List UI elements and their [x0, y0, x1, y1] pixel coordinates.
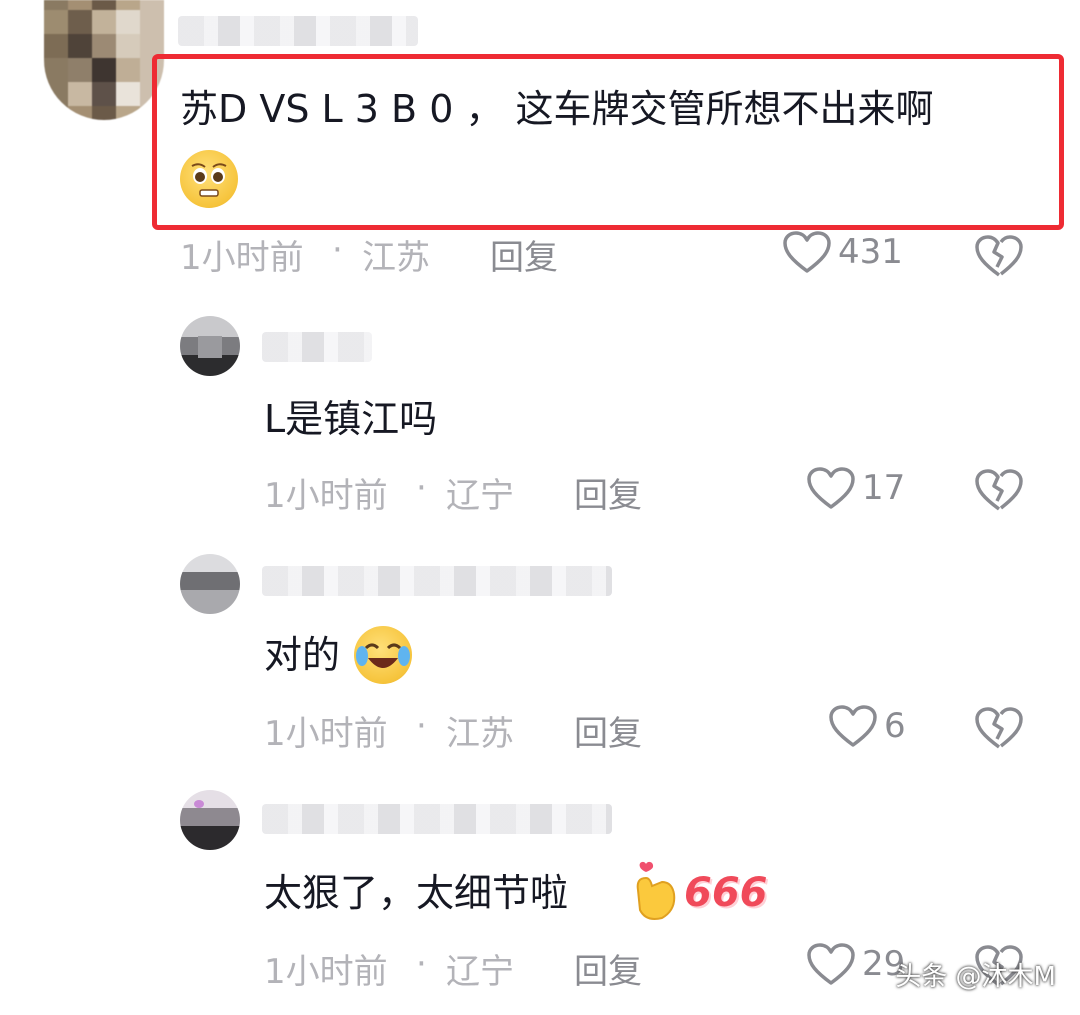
laughing-crying-emoji	[354, 626, 412, 684]
reply-2-location: 江苏	[446, 714, 514, 754]
broken-heart-icon	[975, 707, 1023, 749]
broken-heart-icon	[975, 235, 1023, 277]
reply-1-like-count: 17	[862, 468, 906, 508]
reply-2-text: 对的	[264, 633, 341, 677]
reply-3-avatar[interactable]	[180, 790, 240, 850]
main-comment-time: 1小时前	[180, 238, 304, 278]
meta-separator: ·	[332, 230, 343, 270]
main-comment-avatar[interactable]	[44, 0, 164, 120]
finger-heart-emoji	[632, 860, 680, 922]
main-comment-location: 江苏	[362, 238, 430, 278]
watermark: 头条 @沐木M	[895, 962, 1056, 992]
reply-3-reply-button[interactable]: 回复	[574, 944, 642, 993]
sticker-666: 666	[684, 870, 768, 916]
reply-3-time: 1小时前	[264, 952, 388, 992]
reply-1-location: 辽宁	[446, 476, 514, 516]
heart-icon	[829, 705, 877, 747]
main-comment-dislike-button[interactable]	[974, 234, 1024, 278]
reply-3-username-blurred[interactable]	[262, 804, 612, 834]
reply-1-dislike-button[interactable]	[974, 468, 1024, 512]
heart-icon	[807, 943, 855, 985]
main-comment-like-button[interactable]: 431	[782, 230, 903, 274]
meta-separator: ·	[416, 944, 427, 984]
reply-3-like-button[interactable]: 29	[806, 942, 905, 986]
broken-heart-icon	[975, 469, 1023, 511]
reply-1-time: 1小时前	[264, 476, 388, 516]
reply-3-location: 辽宁	[446, 952, 514, 992]
reply-1-reply-button[interactable]: 回复	[574, 468, 642, 517]
reply-2-username-blurred[interactable]	[262, 566, 612, 596]
main-comment-text: 苏D VS L 3 B 0 ， 这车牌交管所想不出来啊	[180, 87, 934, 131]
reply-1-like-button[interactable]: 17	[806, 466, 905, 510]
main-comment-username-blurred[interactable]	[178, 16, 418, 46]
reply-3-text: 太狠了，太细节啦	[264, 871, 569, 915]
reply-2-like-count: 6	[884, 706, 906, 746]
reply-1-username-blurred[interactable]	[262, 332, 372, 362]
reply-2-dislike-button[interactable]	[974, 706, 1024, 750]
heart-icon	[807, 467, 855, 509]
pleading-face-emoji	[180, 150, 238, 208]
main-comment-like-count: 431	[838, 232, 903, 272]
reply-2-time: 1小时前	[264, 714, 388, 754]
heart-icon	[783, 231, 831, 273]
reply-1-avatar[interactable]	[180, 316, 240, 376]
main-comment-reply-button[interactable]: 回复	[490, 230, 558, 279]
meta-separator: ·	[416, 468, 427, 508]
reply-2-like-button[interactable]: 6	[828, 704, 906, 748]
reply-1-text: L是镇江吗	[264, 397, 438, 441]
meta-separator: ·	[416, 706, 427, 746]
reply-2-reply-button[interactable]: 回复	[574, 706, 642, 755]
reply-2-avatar[interactable]	[180, 554, 240, 614]
